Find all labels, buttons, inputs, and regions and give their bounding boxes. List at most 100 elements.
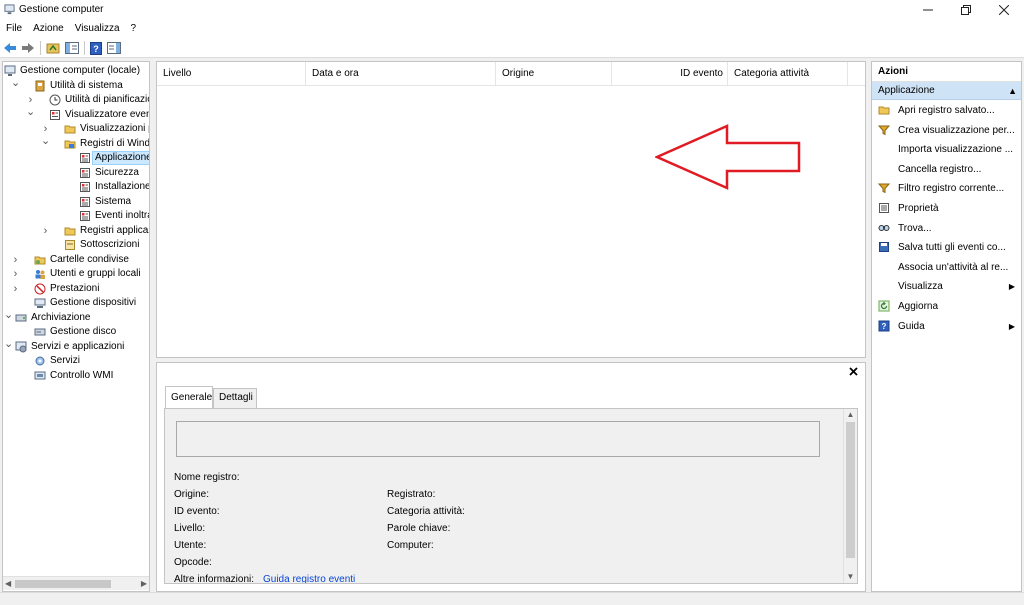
tree-item[interactable]: Installazione xyxy=(3,180,149,194)
tree-item[interactable]: ⌄ Visualizzatore eventi xyxy=(3,105,150,122)
tree-item-label: Archiviazione xyxy=(31,311,91,323)
show-hide-action-pane-button[interactable] xyxy=(106,40,122,56)
tab-generale[interactable]: Generale xyxy=(165,386,213,408)
tree-item[interactable]: › Cartelle condivise xyxy=(3,253,149,267)
action-item[interactable]: Trova... xyxy=(872,219,1021,238)
windows-logs-icon xyxy=(64,140,76,148)
menu-help[interactable]: ? xyxy=(125,20,142,38)
scroll-down-icon[interactable]: ▼ xyxy=(844,571,857,583)
tree-horizontal-scrollbar[interactable]: ◀ ▶ xyxy=(3,576,149,590)
tree-item[interactable]: Applicazione xyxy=(3,151,149,165)
tree-item-label: Installazione xyxy=(95,181,150,192)
column-data-ora[interactable]: Data e ora xyxy=(306,62,496,86)
detail-close-button[interactable] xyxy=(847,366,859,378)
tree-item[interactable]: Servizi xyxy=(3,354,149,368)
tree-item[interactable]: › Registri applicazioni xyxy=(3,224,149,238)
column-categoria[interactable]: Categoria attività xyxy=(728,62,848,86)
tree-item[interactable]: ⌄ Registri di Windows xyxy=(3,134,149,151)
tab-dettagli[interactable]: Dettagli xyxy=(213,388,257,408)
window-title: Gestione computer xyxy=(19,4,104,15)
action-item[interactable]: Apri registro salvato... xyxy=(872,101,1021,120)
console-tree-icon xyxy=(65,42,79,54)
action-item[interactable]: Salva tutti gli eventi co... xyxy=(872,238,1021,257)
show-hide-tree-button[interactable] xyxy=(64,40,80,56)
action-item[interactable]: Proprietà xyxy=(872,199,1021,218)
log-icon xyxy=(80,182,90,192)
tree-item[interactable]: ›Visualizzazioni perso xyxy=(3,122,149,136)
tree-item[interactable]: ⌄ Archiviazione xyxy=(3,308,149,325)
action-item[interactable]: Visualizza ▶ xyxy=(872,277,1021,296)
action-item-label: Salva tutti gli eventi co... xyxy=(898,242,1006,254)
tree-item[interactable]: ›Utilità di pianificazione xyxy=(3,93,149,107)
log-icon xyxy=(80,196,90,207)
action-item[interactable]: Aggiorna xyxy=(872,297,1021,316)
column-id-evento[interactable]: ID evento xyxy=(612,62,728,86)
up-level-button[interactable] xyxy=(45,40,61,56)
chevron-right-icon[interactable]: › xyxy=(11,253,20,267)
scroll-left-icon[interactable]: ◀ xyxy=(5,579,11,588)
restore-button[interactable] xyxy=(950,0,982,20)
scroll-up-icon[interactable]: ▲ xyxy=(844,409,857,421)
tree-item[interactable]: Eventi inoltrati xyxy=(3,209,149,223)
scroll-right-icon[interactable]: ▶ xyxy=(141,579,147,588)
console-tree: Gestione computer (locale) ⌄ Utilità di si… xyxy=(2,61,150,592)
actions-header: Azioni xyxy=(872,62,1021,82)
tree-item-label: Visualizzatore eventi xyxy=(65,108,150,120)
actions-section-applicazione[interactable]: Applicazione ▲ xyxy=(872,82,1021,100)
tree-item[interactable]: Gestione disco xyxy=(3,325,149,339)
action-item-label: Cancella registro... xyxy=(898,163,982,175)
scrollbar-thumb[interactable] xyxy=(15,580,111,588)
help-button[interactable]: ? xyxy=(88,40,104,56)
event-log-help-link[interactable]: Guida registro eventi xyxy=(263,574,355,583)
chevron-down-icon[interactable]: ⌄ xyxy=(4,308,13,322)
action-item[interactable]: ? Guida ▶ xyxy=(872,317,1021,336)
performance-icon xyxy=(34,283,46,294)
detail-vertical-scrollbar[interactable]: ▲ ▼ xyxy=(843,409,857,583)
menu-azione[interactable]: Azione xyxy=(27,20,69,38)
tree-item[interactable]: Sicurezza xyxy=(3,166,149,180)
tree-item[interactable]: Gestione dispositivi xyxy=(3,296,149,310)
action-item[interactable]: Importa visualizzazione ... xyxy=(872,140,1021,159)
chevron-right-icon[interactable]: › xyxy=(41,224,50,238)
tree-item[interactable]: Controllo WMI xyxy=(3,369,149,383)
toolbar-separator xyxy=(40,41,41,55)
column-livello[interactable]: Livello xyxy=(157,62,306,86)
tree-item[interactable]: › Prestazioni xyxy=(3,282,149,296)
wmi-icon xyxy=(34,371,46,379)
action-item[interactable]: Crea visualizzazione per... xyxy=(872,121,1021,140)
device-manager-icon xyxy=(34,298,46,308)
tree-item[interactable]: Sistema xyxy=(3,195,149,209)
menu-visualizza[interactable]: Visualizza xyxy=(69,20,125,38)
forward-button[interactable] xyxy=(20,40,36,56)
action-item-label: Crea visualizzazione per... xyxy=(898,124,1015,136)
action-item-label: Associa un'attività al re... xyxy=(898,261,1009,273)
tree-item[interactable]: Sottoscrizioni xyxy=(3,238,149,252)
svg-text:?: ? xyxy=(93,44,99,54)
column-origine[interactable]: Origine xyxy=(496,62,612,86)
scrollbar-thumb[interactable] xyxy=(846,422,855,558)
tree-item[interactable]: Gestione computer (locale) xyxy=(3,64,149,78)
chevron-down-icon[interactable]: ⌄ xyxy=(4,337,13,351)
back-button[interactable] xyxy=(2,40,18,56)
action-item[interactable]: Cancella registro... xyxy=(872,160,1021,179)
chevron-down-icon[interactable]: ⌄ xyxy=(41,134,50,148)
event-list-header: Livello Data e ora Origine ID evento Cat… xyxy=(157,62,865,86)
close-window-button[interactable] xyxy=(988,0,1020,20)
actions-pane: Azioni Applicazione ▲ Apri registro salv… xyxy=(871,61,1022,592)
menu-file[interactable]: File xyxy=(0,20,27,38)
tree-item[interactable]: ⌄ Servizi e applicazioni xyxy=(3,337,149,354)
tree-item[interactable]: › Utenti e gruppi locali xyxy=(3,267,149,281)
minimize-button[interactable] xyxy=(912,0,944,20)
chevron-right-icon[interactable]: › xyxy=(11,282,20,296)
chevron-right-icon[interactable]: › xyxy=(11,267,20,281)
action-item[interactable]: Filtro registro corrente... xyxy=(872,179,1021,198)
chevron-down-icon[interactable]: ⌄ xyxy=(11,76,20,90)
tree-item[interactable]: ⌄ Utilità di sistema xyxy=(3,76,149,93)
folder-icon xyxy=(64,125,76,134)
restore-icon xyxy=(961,5,971,15)
system-tools-icon xyxy=(35,80,45,91)
action-item-label: Filtro registro corrente... xyxy=(898,183,1005,195)
action-item[interactable]: Associa un'attività al re... xyxy=(872,258,1021,277)
chevron-down-icon[interactable]: ⌄ xyxy=(26,105,35,119)
label-origine: Origine: xyxy=(174,489,210,500)
